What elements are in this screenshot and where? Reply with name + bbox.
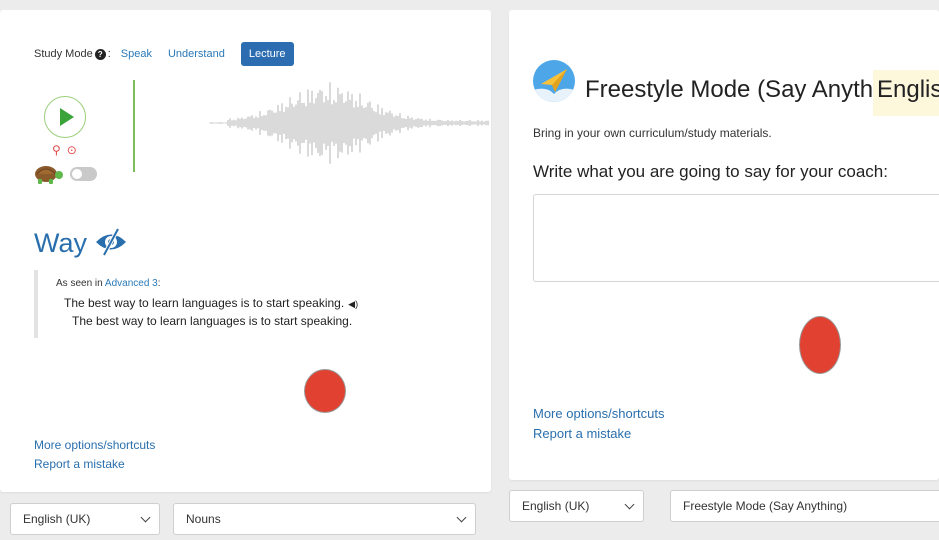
tab-speak[interactable]: Speak (121, 48, 152, 60)
chevron-down-icon (140, 512, 151, 523)
record-button[interactable] (304, 369, 346, 413)
mode-select[interactable]: Freestyle Mode (Say Anything) (670, 490, 939, 522)
more-options-link[interactable]: More options/shortcuts (533, 406, 665, 421)
report-mistake-link[interactable]: Report a mistake (34, 457, 155, 471)
audio-waveform (209, 82, 489, 164)
coach-prompt: Write what you are going to say for your… (533, 162, 888, 181)
turtle-icon (35, 166, 63, 184)
right-links: More options/shortcuts Report a mistake (533, 406, 665, 446)
chevron-down-icon (456, 512, 467, 523)
report-mistake-link[interactable]: Report a mistake (533, 426, 665, 441)
seen-in-suffix: : (157, 278, 161, 289)
freestyle-panel: Freestyle Mode (Say Anything) | English … (509, 10, 939, 480)
lesson-link[interactable]: Advanced 3 (105, 278, 158, 289)
page-subtitle: Bring in your own curriculum/study mater… (533, 126, 772, 140)
pin-icon[interactable]: ⚲ (52, 144, 61, 156)
question-circle-icon[interactable]: ? (94, 48, 106, 60)
study-mode-colon: : (107, 48, 111, 60)
category-select-value: Nouns (186, 512, 221, 526)
seen-in-line: As seen in Advanced 3: (56, 278, 161, 289)
language-select[interactable]: English (UK) (509, 490, 644, 522)
example-translation: The best way to learn languages is to st… (72, 314, 353, 328)
example-sentence: The best way to learn languages is to st… (64, 296, 345, 310)
lecture-panel: Study Mode ? : Speak Understand Lecture … (0, 10, 491, 492)
audio-mini-controls: ⚲ ⊙ (52, 144, 77, 156)
language-select-value: English (UK) (23, 512, 91, 526)
eye-slash-icon[interactable] (94, 227, 128, 257)
tab-understand[interactable]: Understand (168, 48, 225, 60)
language-select[interactable]: English (UK) (10, 503, 160, 535)
study-mode-bar: Study Mode ? : Speak Understand Lecture (34, 42, 294, 66)
left-links: More options/shortcuts Report a mistake (34, 438, 155, 476)
record-button[interactable] (799, 316, 841, 374)
paper-plane-icon (533, 60, 575, 102)
seen-in-prefix: As seen in (56, 278, 105, 289)
circle-play-icon[interactable]: ⊙ (67, 144, 77, 156)
mode-select-value: Freestyle Mode (Say Anything) (683, 499, 848, 513)
playhead-line (133, 80, 135, 172)
example-sentence-row: The best way to learn languages is to st… (64, 296, 358, 310)
coach-text-input[interactable] (533, 194, 939, 282)
play-icon (60, 108, 74, 126)
play-button[interactable] (44, 96, 86, 138)
more-options-link[interactable]: More options/shortcuts (34, 438, 155, 452)
title-language: English (873, 70, 939, 116)
tab-lecture[interactable]: Lecture (240, 42, 294, 66)
study-mode-label: Study Mode (34, 48, 93, 60)
vocab-word: Way (34, 228, 87, 258)
example-block: As seen in Advanced 3: The best way to l… (34, 270, 374, 338)
language-select-value: English (UK) (522, 499, 590, 513)
chevron-down-icon (624, 499, 635, 510)
speaker-icon[interactable]: ◀) (348, 299, 358, 309)
slow-mode-toggle[interactable] (70, 167, 97, 181)
category-select[interactable]: Nouns (173, 503, 476, 535)
